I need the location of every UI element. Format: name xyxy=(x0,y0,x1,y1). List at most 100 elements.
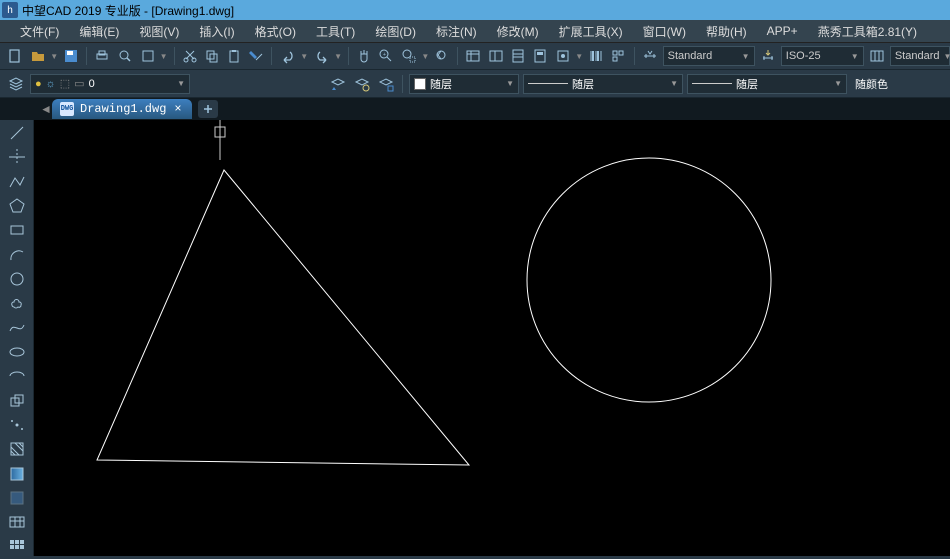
bulb-icon: ● xyxy=(35,78,42,90)
linetype-label: 随层 xyxy=(572,76,594,92)
menu-draw[interactable]: 绘图(D) xyxy=(365,23,426,40)
arc-tool-icon[interactable] xyxy=(5,246,29,264)
chevron-down-icon: ▼ xyxy=(851,52,859,61)
matchprop-icon[interactable] xyxy=(247,46,265,66)
tab-nav-left[interactable]: ◄ xyxy=(40,100,52,118)
revcloud-tool-icon[interactable] xyxy=(5,294,29,312)
copy-icon[interactable] xyxy=(203,46,221,66)
open-icon xyxy=(28,46,48,66)
dimupdate-icon[interactable] xyxy=(759,46,777,66)
dimstyle-combo[interactable]: ISO-25 ▼ xyxy=(781,46,864,66)
cut-icon[interactable] xyxy=(180,46,198,66)
menu-ext[interactable]: 扩展工具(X) xyxy=(549,23,633,40)
toolpalette-icon[interactable] xyxy=(509,46,527,66)
menu-app[interactable]: APP+ xyxy=(757,24,808,38)
menu-insert[interactable]: 插入(I) xyxy=(189,23,244,40)
menu-file[interactable]: 文件(F) xyxy=(10,23,69,40)
pan-icon[interactable] xyxy=(355,46,373,66)
open-dropdown[interactable]: ▼ xyxy=(28,46,58,66)
block-tool-icon[interactable] xyxy=(5,392,29,410)
calc-icon[interactable] xyxy=(531,46,549,66)
hatch-tool-icon[interactable] xyxy=(5,440,29,458)
spline-tool-icon[interactable] xyxy=(5,319,29,337)
separator xyxy=(86,47,87,65)
print-icon[interactable] xyxy=(93,46,111,66)
point-tool-icon[interactable] xyxy=(5,416,29,434)
combo-value: Standard xyxy=(895,50,940,62)
menu-window[interactable]: 窗口(W) xyxy=(633,23,696,40)
combo-value: ISO-25 xyxy=(786,50,821,62)
dwg-icon: DWG xyxy=(60,102,74,116)
xline-tool-icon[interactable] xyxy=(5,148,29,166)
menubar: 文件(F) 编辑(E) 视图(V) 插入(I) 格式(O) 工具(T) 绘图(D… xyxy=(0,20,950,42)
separator xyxy=(348,47,349,65)
polyline-tool-icon[interactable] xyxy=(5,173,29,191)
chevron-down-icon: ▼ xyxy=(50,52,58,61)
tab-close-button[interactable]: × xyxy=(172,102,183,116)
menu-tools[interactable]: 工具(T) xyxy=(306,23,365,40)
layer-prev-icon[interactable] xyxy=(328,74,348,94)
document-tabbar: ◄ DWG Drawing1.dwg × xyxy=(0,98,950,120)
layer-iso-icon[interactable] xyxy=(376,74,396,94)
ellipsearc-tool-icon[interactable] xyxy=(5,367,29,385)
drawing-canvas[interactable] xyxy=(34,120,950,556)
lineweight-combo[interactable]: 随层 ▼ xyxy=(687,74,847,94)
chevron-down-icon: ▼ xyxy=(742,52,750,61)
circle-tool-icon[interactable] xyxy=(5,270,29,288)
qrcode-icon[interactable] xyxy=(609,46,627,66)
menu-format[interactable]: 格式(O) xyxy=(245,23,306,40)
layer-state-icon[interactable] xyxy=(352,74,372,94)
zoom-prev-icon[interactable] xyxy=(433,46,451,66)
tablestyle-combo[interactable]: Standard▼ xyxy=(890,46,950,66)
menu-help[interactable]: 帮助(H) xyxy=(696,23,757,40)
zoom-dropdown[interactable]: ▼ xyxy=(399,46,429,66)
print-flag-icon: ▭ xyxy=(74,77,84,90)
gradient-tool-icon[interactable] xyxy=(5,465,29,483)
undo-dropdown[interactable]: ▼ xyxy=(278,46,308,66)
undo-icon xyxy=(278,46,298,66)
polygon-tool-icon[interactable] xyxy=(5,197,29,215)
paste-icon[interactable] xyxy=(225,46,243,66)
redo-icon xyxy=(312,46,332,66)
zoom-realtime-icon[interactable]: + xyxy=(377,46,395,66)
chevron-down-icon: ▼ xyxy=(177,79,185,88)
linetype-combo[interactable]: 随层 ▼ xyxy=(523,74,683,94)
sun-icon: ☼ xyxy=(46,78,56,90)
ellipse-tool-icon[interactable] xyxy=(5,343,29,361)
region-tool-icon[interactable] xyxy=(5,489,29,507)
dimstyle-icon[interactable] xyxy=(640,46,658,66)
menu-yanxiu[interactable]: 燕秀工具箱2.81(Y) xyxy=(808,23,927,40)
publish-dropdown[interactable]: ▼ xyxy=(138,46,168,66)
menu-view[interactable]: 视图(V) xyxy=(129,23,189,40)
menu-edit[interactable]: 编辑(E) xyxy=(69,23,129,40)
menu-dim[interactable]: 标注(N) xyxy=(426,23,487,40)
rectangle-tool-icon[interactable] xyxy=(5,221,29,239)
textstyle-combo[interactable]: Standard▼ xyxy=(663,46,755,66)
designcenter-icon[interactable] xyxy=(487,46,505,66)
save-icon[interactable] xyxy=(62,46,80,66)
tablestyle-icon[interactable] xyxy=(868,46,886,66)
barcode-icon[interactable] xyxy=(587,46,605,66)
layer-toolbar: ● ☼ ⬚ ▭ 0 ▼ 随层 ▼ 随层 ▼ 随层 ▼ 随颜色 xyxy=(0,70,950,98)
preview-icon[interactable] xyxy=(115,46,133,66)
line-tool-icon[interactable] xyxy=(5,124,29,142)
layer-manager-icon[interactable] xyxy=(6,74,26,94)
tab-drawing1[interactable]: DWG Drawing1.dwg × xyxy=(52,99,192,119)
table-tool-icon[interactable] xyxy=(5,513,29,531)
chevron-down-icon: ▼ xyxy=(943,52,950,61)
properties-icon[interactable] xyxy=(464,46,482,66)
layer-combo[interactable]: ● ☼ ⬚ ▭ 0 ▼ xyxy=(30,74,190,94)
plotstyle-combo[interactable]: 随颜色 xyxy=(851,74,906,94)
redo-dropdown[interactable]: ▼ xyxy=(312,46,342,66)
standard-toolbar: ▼ ▼ ▼ ▼ + ▼ ▼ Standard▼ ISO-25▼ xyxy=(0,42,950,70)
apps-tool-icon[interactable] xyxy=(5,538,29,556)
tab-title: Drawing1.dwg xyxy=(80,102,166,116)
color-combo[interactable]: 随层 ▼ xyxy=(409,74,519,94)
new-tab-button[interactable] xyxy=(198,100,218,118)
new-icon[interactable] xyxy=(6,46,24,66)
smart-dropdown[interactable]: ▼ xyxy=(553,46,583,66)
separator xyxy=(634,47,635,65)
separator xyxy=(402,75,403,93)
workspace xyxy=(0,120,950,556)
menu-modify[interactable]: 修改(M) xyxy=(487,23,549,40)
